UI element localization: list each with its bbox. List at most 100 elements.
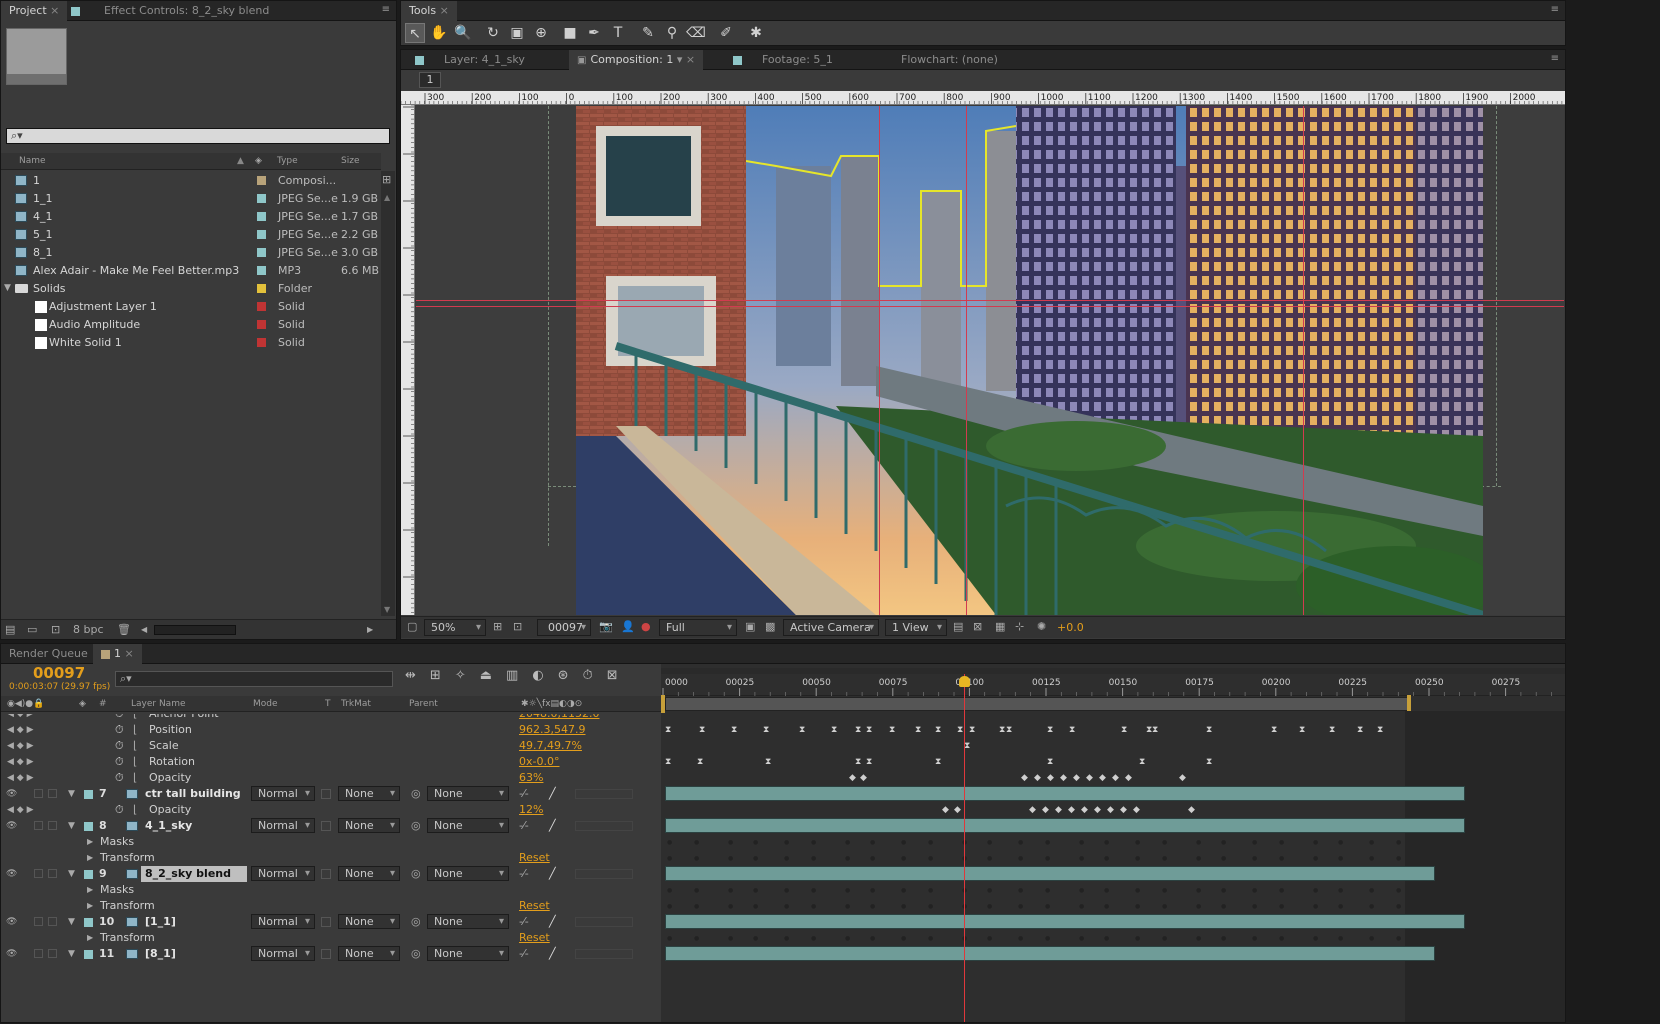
keyframe-dot[interactable]: ● xyxy=(845,838,850,848)
composition-image[interactable] xyxy=(576,106,1483,615)
shy-switch-icon[interactable]: -⁄- xyxy=(519,914,529,930)
keyframe-dot[interactable]: ● xyxy=(1252,838,1257,848)
keyframe-dot[interactable]: ● xyxy=(1279,886,1284,896)
keyframe-marker[interactable]: ⧗ xyxy=(855,725,861,735)
keyframe-dot[interactable]: ● xyxy=(728,902,733,912)
flowchart-icon[interactable]: ⊞ xyxy=(382,173,391,186)
property-group-row[interactable]: ▶ Transform Reset xyxy=(1,930,661,946)
shy-icon[interactable]: ✧ xyxy=(455,668,480,683)
keyframe-dot[interactable]: ● xyxy=(753,886,758,896)
shy-switch-icon[interactable]: -⁄- xyxy=(519,946,529,962)
fit-icon[interactable]: ⊞ xyxy=(493,620,502,633)
timeline-layer-row[interactable]: 👁 ▼ 10 [1_1] Normal None ◎ None -⁄- ╱ xyxy=(1,914,661,930)
disclosure-triangle-icon[interactable]: ▼ xyxy=(68,786,75,802)
col-parent[interactable]: Parent xyxy=(409,696,438,712)
pan-behind-tool-icon[interactable]: ⊕ xyxy=(531,23,551,43)
disclosure-triangle-icon[interactable]: ▶ xyxy=(87,898,93,914)
switch-boxes[interactable] xyxy=(575,869,633,879)
keyframe-marker[interactable]: ◆ xyxy=(1073,773,1080,783)
new-folder-icon[interactable]: ▭ xyxy=(27,620,37,640)
fast-previews-icon[interactable]: ⊠ xyxy=(973,620,982,633)
guide-vertical-1[interactable] xyxy=(879,106,880,615)
eye-icon[interactable]: 👁 xyxy=(6,946,17,962)
keyframe-dot[interactable]: ● xyxy=(1396,838,1401,848)
solo-box[interactable] xyxy=(34,949,43,958)
title-safe-icon[interactable]: ⊡ xyxy=(513,620,522,633)
pick-whip-icon[interactable]: ◎ xyxy=(411,818,421,834)
pick-whip-icon[interactable]: ◎ xyxy=(411,786,421,802)
region-of-interest-icon[interactable]: ▣ xyxy=(745,620,755,633)
layer-name[interactable]: ctr tall building xyxy=(145,786,241,802)
hand-tool-icon[interactable]: ✋ xyxy=(429,23,449,43)
property-row[interactable]: ◀ ◆ ▶ ⏱ ⌊ Opacity 12% xyxy=(1,802,661,818)
keyframe-dot[interactable]: ● xyxy=(753,902,758,912)
stopwatch-icon[interactable]: ⏱ xyxy=(115,722,124,738)
keyframe-dot[interactable]: ● xyxy=(901,902,906,912)
keyframe-marker[interactable]: ◆ xyxy=(1081,805,1088,815)
stopwatch-icon[interactable]: ⏱ xyxy=(115,714,124,722)
keyframe-dot[interactable]: ● xyxy=(870,854,875,864)
property-value[interactable]: 12% xyxy=(519,802,543,818)
keyframe-dot[interactable]: ● xyxy=(1221,854,1226,864)
keyframe-nav-icon[interactable]: ◀ ◆ ▶ xyxy=(7,722,34,738)
keyframe-marker[interactable]: ⧗ xyxy=(765,757,771,767)
keyframe-marker[interactable]: ⧗ xyxy=(1121,725,1127,735)
graph-toggle-icon[interactable]: ⌊ xyxy=(133,738,137,754)
blend-mode-dropdown[interactable]: Normal xyxy=(251,946,315,961)
preserve-transparency-box[interactable] xyxy=(321,949,331,959)
keyframe-dot[interactable]: ● xyxy=(1135,886,1140,896)
timeline-layer-row[interactable]: 👁 ▼ 11 [8_1] Normal None ◎ None -⁄- ╱ xyxy=(1,946,661,962)
keyframe-dot[interactable]: ● xyxy=(1045,902,1050,912)
work-area-start[interactable] xyxy=(661,695,665,713)
interpret-footage-icon[interactable]: ▤ xyxy=(5,620,15,640)
close-icon[interactable]: × xyxy=(440,4,449,17)
graph-toggle-icon[interactable]: ⌊ xyxy=(133,754,137,770)
keyframe-dot[interactable]: ● xyxy=(694,838,699,848)
col-type[interactable]: Type xyxy=(277,153,298,170)
type-tool-icon[interactable]: T xyxy=(608,23,628,43)
keyframe-marker[interactable]: ⧗ xyxy=(763,725,769,735)
label-color-swatch[interactable] xyxy=(257,302,266,311)
snapshot-icon[interactable]: 📷 xyxy=(599,620,613,633)
zoom-tool-icon[interactable]: 🔍 xyxy=(453,23,473,43)
keyframe-marker[interactable]: ⧗ xyxy=(969,725,975,735)
lock-box[interactable] xyxy=(48,949,57,958)
keyframe-dot[interactable]: ● xyxy=(694,934,699,944)
switch-boxes[interactable] xyxy=(575,789,633,799)
keyframe-dot[interactable]: ● xyxy=(1135,838,1140,848)
keyframe-dot[interactable]: ● xyxy=(1104,934,1109,944)
guide-horizontal-2[interactable] xyxy=(416,306,1564,307)
views-dropdown[interactable]: 1 View xyxy=(885,619,947,636)
keyframe-dot[interactable]: ● xyxy=(1252,854,1257,864)
draft-3d-icon[interactable]: ⊞ xyxy=(430,668,455,683)
lock-box[interactable] xyxy=(48,821,57,830)
solo-box[interactable] xyxy=(34,917,43,926)
transparency-grid-icon[interactable]: ▩ xyxy=(765,620,775,633)
bpc-label[interactable]: 8 bpc xyxy=(73,620,104,640)
trkmat-dropdown[interactable]: None xyxy=(338,818,400,833)
property-value[interactable]: 2048.0,1152.0 xyxy=(519,714,599,722)
camera-tool-icon[interactable]: ▣ xyxy=(507,23,527,43)
disclosure-triangle-icon[interactable]: ▶ xyxy=(87,834,93,850)
label-color-swatch[interactable] xyxy=(84,822,93,831)
keyframe-dot[interactable]: ● xyxy=(1079,886,1084,896)
lock-icon[interactable]: ▣ xyxy=(577,55,586,66)
keyframe-marker[interactable]: ⧗ xyxy=(1069,725,1075,735)
layer-name[interactable]: [8_1] xyxy=(145,946,176,962)
time-ruler[interactable]: 0000000250005000075001000012500150001750… xyxy=(661,674,1565,696)
keyframe-marker[interactable]: ◆ xyxy=(1055,805,1062,815)
parent-dropdown[interactable]: None xyxy=(427,866,509,881)
property-value[interactable]: 49.7,49.7% xyxy=(519,738,582,754)
keyframe-dot[interactable]: ● xyxy=(1018,854,1023,864)
timeline-icon[interactable]: ▦ xyxy=(995,620,1005,633)
keyframe-dot[interactable]: ● xyxy=(811,886,816,896)
keyframe-marker[interactable]: ⧗ xyxy=(665,757,671,767)
roto-brush-tool-icon[interactable]: ✐ xyxy=(716,23,736,43)
keyframe-dot[interactable]: ● xyxy=(1162,934,1167,944)
keyframe-dot[interactable]: ● xyxy=(901,934,906,944)
trkmat-dropdown[interactable]: None xyxy=(338,914,400,929)
exposure-value[interactable]: +0.0 xyxy=(1057,621,1084,634)
keyframe-marker[interactable]: ◆ xyxy=(849,773,856,783)
project-scrollbar[interactable]: ⊞ ▲ ▼ xyxy=(381,171,395,616)
keyframe-dot[interactable]: ● xyxy=(667,902,672,912)
